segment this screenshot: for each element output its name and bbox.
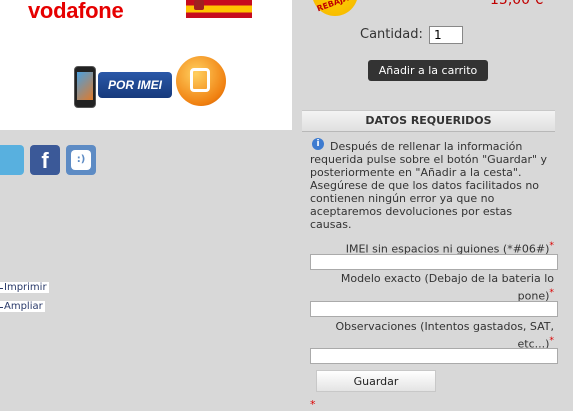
required-data-instructions: Después de rellenar la información reque…: [310, 140, 548, 231]
sale-badge-text: REBAJAS: [315, 0, 356, 14]
zoom-link[interactable]: Ampliar: [0, 301, 45, 312]
por-imei-label: POR IMEI: [98, 72, 172, 98]
print-link[interactable]: Imprimir: [0, 282, 49, 293]
required-data-title: DATOS REQUERIDOS: [302, 110, 555, 132]
vodafone-logo: vodafone: [28, 0, 124, 23]
notes-field-label: Observaciones (Intentos gastados, SAT, e…: [310, 320, 554, 352]
tuenti-glyph: :): [71, 150, 91, 170]
sale-badge: REBAJAS: [312, 0, 358, 16]
required-footnote-star: *: [310, 398, 316, 411]
model-input[interactable]: [310, 301, 558, 317]
spain-flag-icon: [186, 0, 252, 18]
notes-input[interactable]: [310, 348, 558, 364]
required-data-panel: DATOS REQUERIDOS i Después de rellenar l…: [302, 110, 558, 411]
imei-input[interactable]: [310, 254, 558, 270]
required-star: *: [549, 287, 554, 298]
product-image[interactable]: vodafone POR IMEI: [0, 0, 292, 130]
model-field-label-text: Modelo exacto (Debajo de la bateria lo p…: [340, 272, 554, 303]
twitter-icon[interactable]: [0, 145, 24, 175]
quantity-input[interactable]: [429, 26, 463, 44]
notes-field-label-text: Observaciones (Intentos gastados, SAT, e…: [335, 320, 554, 351]
required-star: *: [549, 335, 554, 346]
tuenti-icon[interactable]: :): [66, 145, 96, 175]
quantity-label: Cantidad:: [360, 27, 423, 42]
product-price: 15,00 €: [490, 0, 544, 8]
add-to-cart-button[interactable]: Añadir a la carrito: [368, 60, 488, 81]
required-star: *: [549, 240, 554, 251]
iphone-icon: [74, 66, 96, 108]
model-field-label: Modelo exacto (Debajo de la bateria lo p…: [310, 272, 554, 304]
facebook-icon[interactable]: f: [30, 145, 60, 175]
unlock-padlock-icon: [176, 56, 226, 106]
save-button[interactable]: Guardar: [316, 370, 436, 392]
